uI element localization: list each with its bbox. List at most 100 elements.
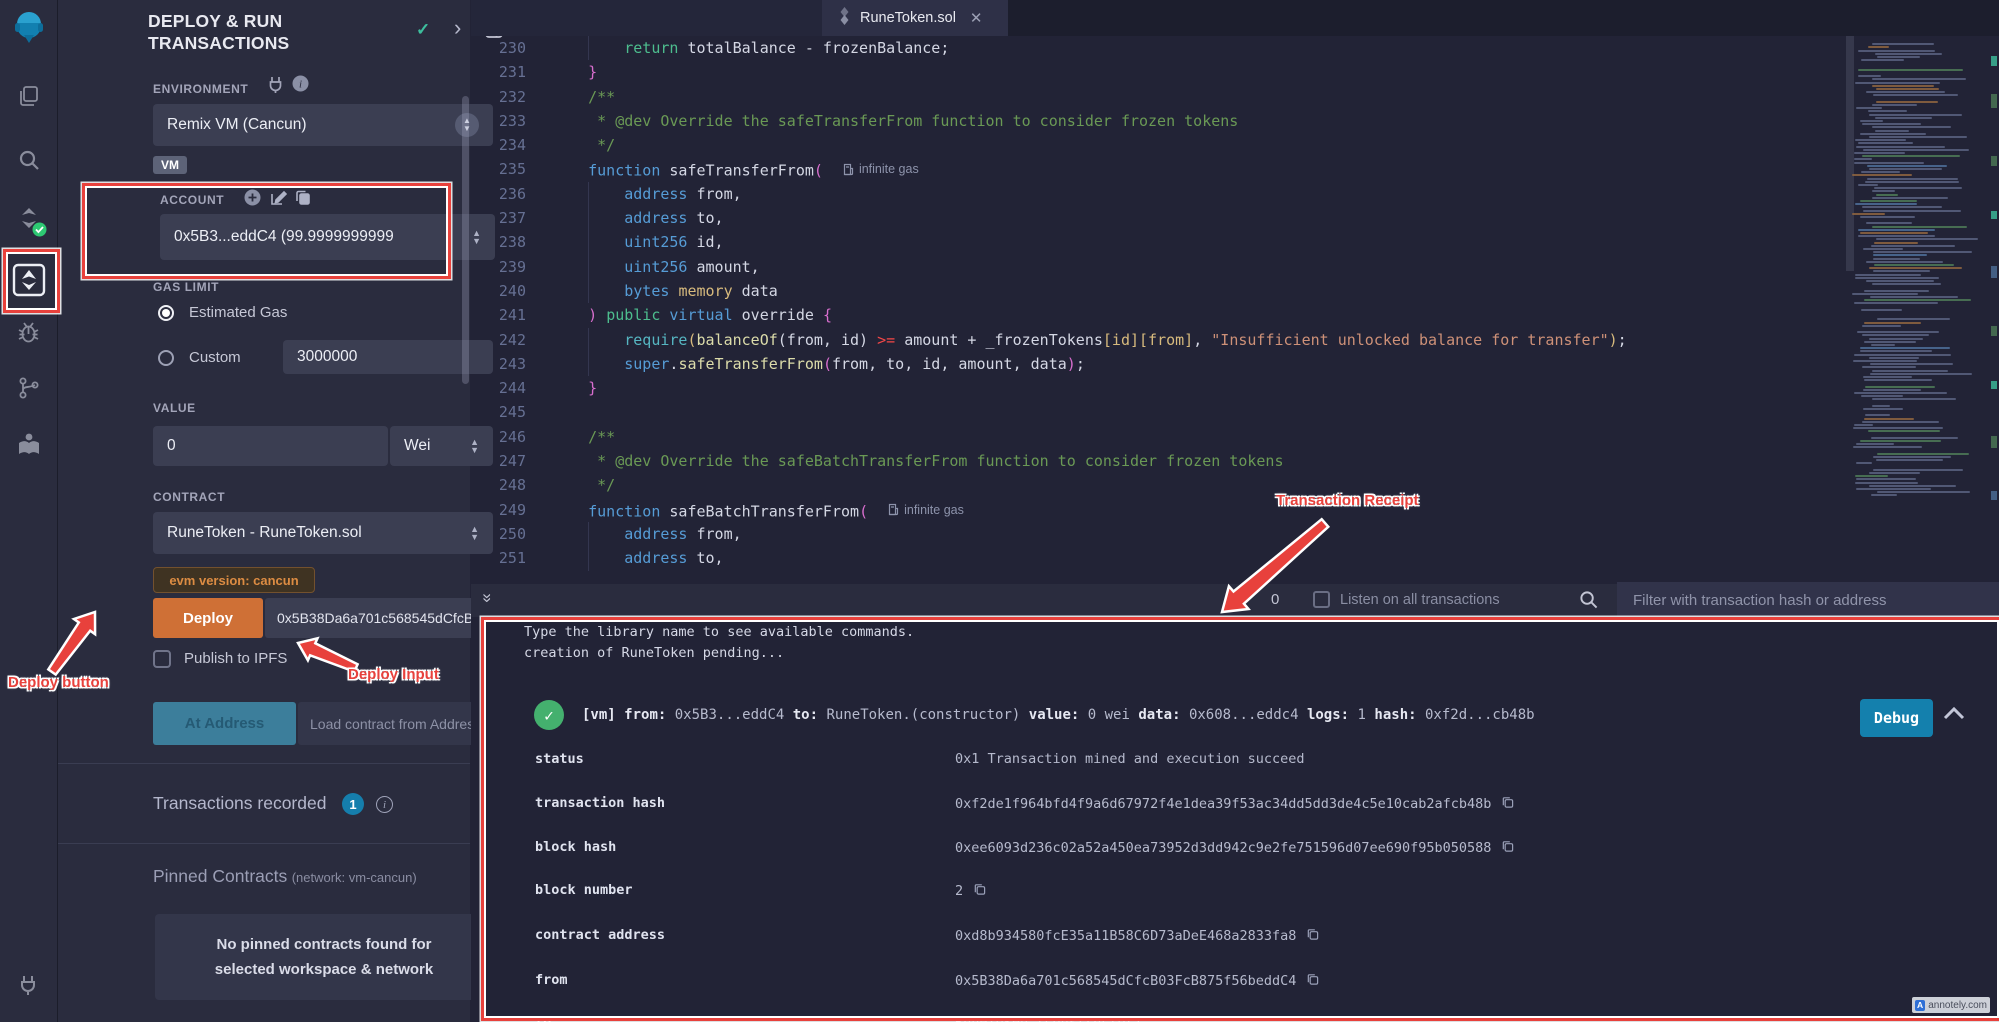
- transactions-info-icon[interactable]: i: [376, 796, 393, 813]
- publish-ipfs-checkbox[interactable]: [153, 650, 171, 668]
- minimap-line: [1877, 491, 1970, 493]
- code-line: 241 ) public virtual override {: [471, 303, 1846, 327]
- fork-icon[interactable]: [268, 76, 283, 98]
- code-line: 248 */: [471, 473, 1846, 497]
- plugin-book-icon[interactable]: [0, 422, 57, 466]
- environment-info-icon[interactable]: i: [292, 75, 309, 97]
- environment-select[interactable]: Remix VM (Cancun) ▲▼: [153, 104, 493, 146]
- terminal: Type the library name to see available c…: [471, 617, 1999, 1022]
- plug-icon[interactable]: [0, 963, 57, 1007]
- value-input[interactable]: 0: [153, 426, 388, 466]
- copy-icon[interactable]: [1306, 927, 1319, 945]
- copy-icon[interactable]: [973, 882, 986, 900]
- minimap-line: [1862, 334, 1929, 336]
- minimap-line: [1852, 293, 1918, 295]
- minimap-line: [1865, 414, 1890, 416]
- tab-runetoken[interactable]: RuneToken.sol ✕: [822, 0, 1008, 36]
- terminal-line: creation of RuneToken pending...: [524, 645, 784, 661]
- transactions-count-badge: 1: [342, 793, 364, 815]
- filter-input[interactable]: Filter with transaction hash or address: [1617, 582, 1999, 618]
- code-line: 249 function safeBatchTransferFrom(infin…: [471, 498, 1846, 522]
- git-icon[interactable]: [0, 366, 57, 410]
- code-line: 242 require(balanceOf(from, id) >= amoun…: [471, 328, 1846, 352]
- minimap-line: [1860, 200, 1917, 202]
- code-line: 245: [471, 400, 1846, 424]
- solidity-compiler-icon[interactable]: [0, 196, 57, 240]
- minimap-line: [1864, 418, 1914, 420]
- minimap-line: [1856, 146, 1945, 148]
- check-icon: ✓: [416, 20, 430, 40]
- copy-icon[interactable]: [1501, 795, 1514, 813]
- close-icon[interactable]: ✕: [970, 9, 983, 27]
- minimap-line: [1870, 363, 1953, 365]
- debugger-icon[interactable]: [0, 310, 57, 354]
- search-icon[interactable]: [1579, 590, 1598, 614]
- minimap-line: [1877, 56, 1920, 58]
- receipt-row-value: 0x1 Transaction mined and execution succ…: [955, 751, 1305, 767]
- estimated-gas-radio[interactable]: [158, 305, 174, 321]
- ruler-mark: [1991, 381, 1997, 389]
- transaction-summary[interactable]: [vm] from: 0x5B3...eddC4 to: RuneToken.(…: [582, 707, 1535, 723]
- deploy-run-panel: DEPLOY & RUNTRANSACTIONS ✓ › ENVIRONMENT…: [58, 0, 470, 1022]
- code-editor[interactable]: 230 return totalBalance - frozenBalance;…: [471, 36, 1846, 584]
- listen-all-checkbox[interactable]: [1313, 591, 1330, 608]
- at-address-button[interactable]: At Address: [153, 702, 296, 745]
- add-account-icon[interactable]: [244, 189, 261, 211]
- minimap-line: [1856, 478, 1916, 480]
- code-line: 251 address to,: [471, 546, 1846, 570]
- infinite-gas-badge: infinite gas: [888, 498, 964, 522]
- minimap-line: [1861, 395, 1903, 397]
- minimap-line: [1854, 152, 1905, 154]
- copy-icon[interactable]: [1306, 972, 1319, 990]
- ruler-mark: [1991, 56, 1997, 66]
- deploy-run-icon[interactable]: [0, 258, 57, 302]
- search-icon[interactable]: [0, 138, 57, 182]
- custom-gas-radio[interactable]: [158, 350, 174, 366]
- deploy-button[interactable]: Deploy: [153, 598, 263, 638]
- publish-ipfs-label: Publish to IPFS: [184, 650, 287, 667]
- minimap-line: [1855, 482, 1918, 484]
- minimap-line: [1872, 197, 1948, 199]
- collapse-receipt-icon[interactable]: [1943, 705, 1965, 724]
- at-address-input[interactable]: Load contract from Address: [298, 702, 493, 745]
- minimap-line: [1860, 347, 1950, 349]
- deploy-input[interactable]: 0x5B38Da6a701c568545dCfcB03FcB875f56bedd…: [265, 598, 487, 638]
- file-explorer-icon[interactable]: [0, 74, 57, 118]
- code-line: 240 bytes memory data: [471, 279, 1846, 303]
- remix-logo[interactable]: [0, 6, 57, 50]
- minimap-line: [1869, 485, 1956, 487]
- code-line: 235 function safeTransferFrom(infinite g…: [471, 157, 1846, 181]
- contract-select[interactable]: RuneToken - RuneToken.sol ▲▼: [153, 512, 493, 554]
- minimap-line: [1853, 360, 1917, 362]
- chevron-right-icon[interactable]: ›: [454, 15, 461, 41]
- edit-account-icon[interactable]: [270, 189, 287, 211]
- minimap-line: [1872, 78, 1966, 80]
- minimap-line: [1862, 123, 1921, 125]
- minimap-line: [1853, 446, 1922, 448]
- copy-account-icon[interactable]: [295, 189, 311, 211]
- minimap-line: [1869, 114, 1962, 116]
- minimap-line: [1855, 274, 1921, 276]
- account-select[interactable]: 0x5B3...eddC4 (99.9999999999 ▲▼: [160, 214, 495, 260]
- panel-scrollbar[interactable]: [462, 96, 469, 384]
- minimap-line: [1853, 427, 1943, 429]
- code-line: 246 /**: [471, 425, 1846, 449]
- receipt-row-value: 0xd8b934580fcE35a11B58C6D73aDeE468a2833f…: [955, 927, 1319, 945]
- ruler-mark: [1991, 491, 1997, 500]
- minimap-line: [1873, 469, 1963, 471]
- minimap-line: [1869, 357, 1919, 359]
- copy-icon[interactable]: [1501, 839, 1514, 857]
- minimap-line: [1855, 139, 1906, 141]
- debug-button[interactable]: Debug: [1860, 699, 1933, 737]
- editor-minimap[interactable]: [1852, 36, 1990, 560]
- receipt-row-value: 0xf2de1f964bfd4f9a6d67972f4e1dea39f53ac3…: [955, 795, 1514, 813]
- receipt-row-key: from: [535, 972, 568, 988]
- minimap-line: [1861, 59, 1904, 61]
- receipt-row-key: to: [535, 1014, 551, 1022]
- minimap-line: [1873, 254, 1927, 256]
- minimap-line: [1872, 405, 1890, 407]
- expand-terminal-icon[interactable]: »: [478, 593, 498, 602]
- minimap-line: [1857, 331, 1939, 333]
- custom-gas-label: Custom: [189, 349, 241, 366]
- minimap-line: [1866, 261, 1943, 263]
